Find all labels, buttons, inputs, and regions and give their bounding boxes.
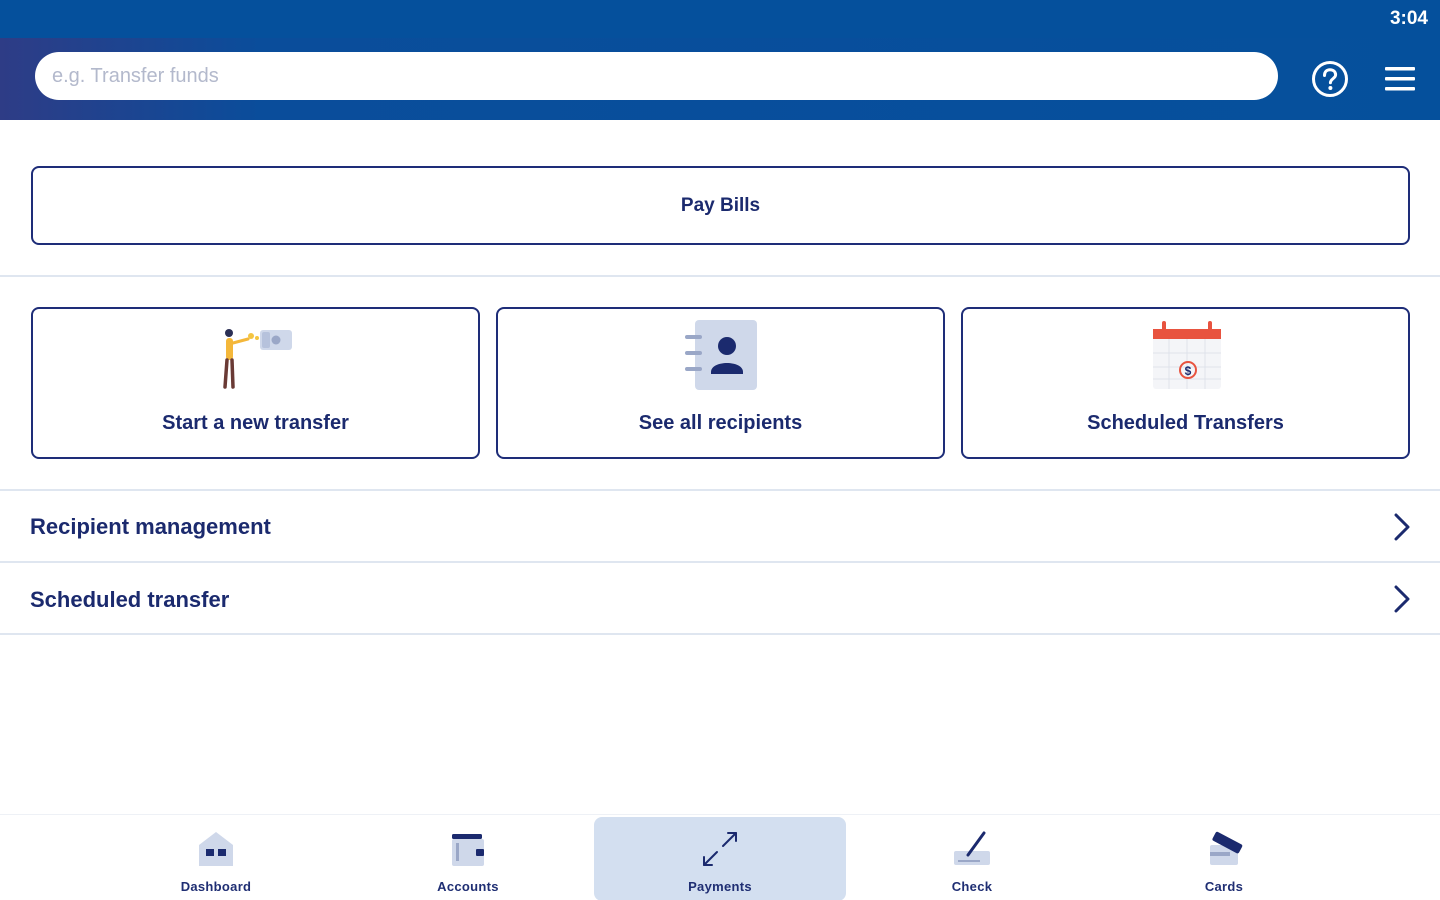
divider [0,633,1440,635]
nav-payments[interactable]: Payments [594,815,846,900]
hamburger-icon [1385,67,1415,91]
wallet-icon [452,834,484,866]
check-pen-icon [954,831,990,865]
contacts-book-illustration [685,320,757,390]
nav-payments-label: Payments [688,879,752,894]
nav-accounts[interactable]: Accounts [342,815,594,900]
house-icon [199,832,233,866]
search-input[interactable] [35,52,1278,100]
recipient-management-label: Recipient management [30,514,271,539]
svg-text:$: $ [1185,364,1192,378]
pay-bills-label: Pay Bills [680,194,761,216]
nav-cards-label: Cards [1204,879,1244,894]
transfer-arrows-icon [703,832,737,866]
recipient-management-row[interactable]: Recipient management [0,492,1440,562]
scheduled-transfers-tile[interactable]: $ Scheduled Transfers [961,307,1410,459]
divider [0,561,1440,563]
nav-check-label: Check [951,879,993,894]
status-bar: 3:04 [0,0,1440,38]
scheduled-transfer-label: Scheduled transfer [30,587,230,612]
nav-dashboard-label: Dashboard [180,879,252,894]
see-all-recipients-label: See all recipients [638,412,803,434]
calendar-dollar-illustration: $ [1153,321,1221,389]
pay-bills-button[interactable]: Pay Bills [31,166,1410,245]
start-new-transfer-tile[interactable]: Start a new transfer [31,307,480,459]
start-new-transfer-label: Start a new transfer [162,412,349,434]
nav-cards[interactable]: Cards [1098,815,1350,900]
app-bar [0,38,1440,120]
chevron-right-icon [1394,585,1410,613]
person-transfer-illustration [223,329,292,389]
scheduled-transfer-row[interactable]: Scheduled transfer [0,564,1440,634]
chevron-right-icon [1394,513,1410,541]
cards-icon [1210,831,1243,865]
nav-check[interactable]: Check [846,815,1098,900]
divider [0,489,1440,491]
question-circle-icon [1312,61,1348,97]
scheduled-transfers-label: Scheduled Transfers [1087,412,1284,434]
bottom-nav: Dashboard Accounts Payments Check Cards [0,814,1440,900]
menu-button[interactable] [1384,65,1416,93]
nav-dashboard[interactable]: Dashboard [90,815,342,900]
nav-accounts-label: Accounts [437,879,499,894]
see-all-recipients-tile[interactable]: See all recipients [496,307,945,459]
help-button[interactable] [1311,60,1349,98]
divider [0,275,1440,277]
status-time: 3:04 [1389,8,1428,29]
